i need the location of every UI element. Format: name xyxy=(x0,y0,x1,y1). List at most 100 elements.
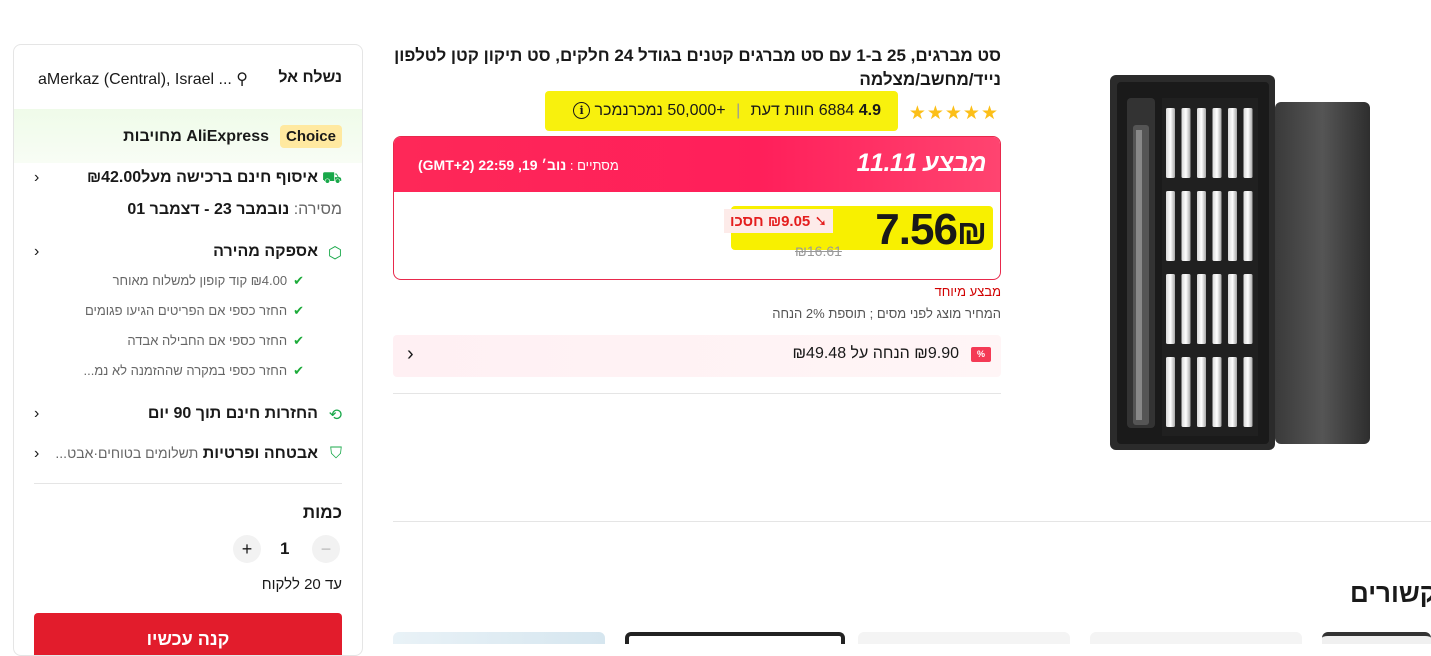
tax-note: המחיר מוצג לפני מסים ; תוספת 2% הנחה xyxy=(772,306,1001,321)
screwdriver-bit xyxy=(1212,191,1222,261)
divider xyxy=(393,521,1431,522)
screwdriver-bit xyxy=(1197,274,1206,344)
check-icon: ✔ xyxy=(293,333,304,348)
down-arrow-icon: ➘ xyxy=(814,213,828,230)
screwdriver-bit xyxy=(1197,357,1206,427)
free-shipping-text: איסוף חינם ברכישה מעל₪42.00 xyxy=(86,169,318,186)
related-thumb[interactable] xyxy=(625,632,845,644)
deal-box: מבצע 11.11 מסתיים : נוב׳ 19, 22:59 (GMT+… xyxy=(393,136,1001,280)
screwdriver-bit xyxy=(1243,191,1253,261)
free-returns-text: החזרות חינם תוך 90 יום xyxy=(147,405,318,422)
deal-ends-label: מסתיים : xyxy=(569,158,619,173)
choice-text: AliExpress מחויבות xyxy=(123,128,269,145)
coupon-text: ₪9.90 הנחה על ₪49.48 xyxy=(792,345,959,362)
screwdriver-bit xyxy=(1166,191,1175,261)
separator: | xyxy=(736,102,741,119)
rating-row[interactable]: ★★★★★ 4.9 6884 חוות דעת | +50,000 נמכרנמ… xyxy=(393,91,1001,131)
screwdriver-bit xyxy=(1197,108,1206,178)
deal-countdown: מסתיים : נוב׳ 19, 22:59 (GMT+2) xyxy=(418,157,619,173)
deal-banner: מבצע 11.11 מסתיים : נוב׳ 19, 22:59 (GMT+… xyxy=(394,137,1000,192)
quantity-increase-button[interactable]: + xyxy=(233,535,261,563)
info-icon[interactable]: i xyxy=(573,102,591,119)
screwdriver-bit xyxy=(1197,191,1206,261)
screwdriver-bit xyxy=(1181,108,1191,178)
truck-icon: ⛟ xyxy=(321,170,342,187)
quantity-value[interactable]: 1 xyxy=(280,539,289,559)
purchase-panel: נשלח אל aMerkaz (Central), Israel ... ⚲ … xyxy=(13,44,363,656)
delivery-label: מסירה: xyxy=(293,201,342,218)
security-text: אבטחה ופרטיות xyxy=(202,445,318,462)
screwdriver-bit xyxy=(1166,274,1175,344)
savings-badge: ➘ ₪9.05 חסכו xyxy=(724,209,834,233)
check-icon: ✔ xyxy=(293,363,304,378)
deal-name: מבצע 11.11 xyxy=(856,149,987,177)
shield-icon: ⛉ xyxy=(329,445,342,462)
ship-to-label: נשלח אל xyxy=(278,69,342,86)
screwdriver-bit xyxy=(1243,274,1253,344)
original-price: ₪16.61 xyxy=(795,243,842,259)
quantity-limit: עד 20 ללקוח xyxy=(261,576,342,593)
price-value: 7.56 xyxy=(875,205,958,254)
coupon-banner[interactable]: % ₪9.90 הנחה על ₪49.48 ‹ xyxy=(393,335,1001,377)
security-row[interactable]: ⛉ אבטחה ופרטיות תשלומים בטוחים·אבט... ‹ xyxy=(34,445,342,467)
screwdriver-bit xyxy=(1228,357,1237,427)
delivery-row: מסירה: נובמבר 23 - דצמבר 01 xyxy=(127,201,342,219)
chevron-left-icon[interactable]: ‹ xyxy=(34,405,39,423)
deal-ends-time: נוב׳ 19, 22:59 (GMT+2) xyxy=(418,157,567,173)
special-offer-label: מבצע מיוחד xyxy=(934,284,1001,299)
sold-count: +50,000 נמכרנמכר xyxy=(594,102,726,119)
guarantee-item: ✔החזר כספי במקרה שההזמנה לא נמ... xyxy=(83,363,305,378)
check-icon: ✔ xyxy=(293,303,304,318)
screwdriver-bit xyxy=(1243,357,1253,427)
related-thumb[interactable] xyxy=(1090,632,1302,644)
screwdriver-bit xyxy=(1166,357,1175,427)
buy-now-button[interactable]: קנה עכשיו xyxy=(34,613,342,655)
quantity-label: כמות xyxy=(302,503,342,522)
screwdriver-bit xyxy=(1228,191,1237,261)
guarantee-item: ✔החזר כספי אם החבילה אבדה xyxy=(127,333,304,348)
related-thumb[interactable] xyxy=(393,632,605,644)
screwdriver-bit xyxy=(1243,108,1253,178)
fast-delivery-row[interactable]: ⬡ אספקה מהירה ‹ xyxy=(34,243,342,265)
screwdriver-bit xyxy=(1212,108,1222,178)
screwdriver-bit xyxy=(1228,274,1237,344)
screwdriver-bit xyxy=(1212,357,1222,427)
location-pin-icon: ⚲ xyxy=(236,71,248,88)
box-icon: ⬡ xyxy=(328,245,342,262)
coupon-icon: % xyxy=(971,347,991,362)
screwdriver-bit xyxy=(1181,357,1191,427)
review-count[interactable]: 6884 חוות דעת xyxy=(751,102,855,119)
chevron-left-icon[interactable]: ‹ xyxy=(34,169,39,187)
savings-text: ₪9.05 חסכו xyxy=(730,213,811,230)
product-title: סט מברגים, 25 ב-1 עם סט מברגים קטנים בגו… xyxy=(394,46,1001,89)
screwdriver-bit xyxy=(1228,108,1237,178)
current-price: 7.56₪ xyxy=(875,205,987,255)
security-sub: תשלומים בטוחים·אבט... xyxy=(55,445,199,461)
screwdriver-bit xyxy=(1166,108,1175,178)
guarantee-item: ✔החזר כספי אם הפריטים הגיעו פגומים xyxy=(84,303,304,318)
divider xyxy=(34,483,342,484)
divider xyxy=(393,393,1001,394)
screwdriver-bit xyxy=(1212,274,1222,344)
fast-delivery-text: אספקה מהירה xyxy=(213,243,318,260)
delivery-dates: נובמבר 23 - דצמבר 01 xyxy=(127,201,290,218)
screwdriver-bit xyxy=(1181,274,1191,344)
product-image[interactable] xyxy=(1105,70,1375,458)
return-box-icon: ⟲ xyxy=(328,407,342,424)
free-returns-row[interactable]: ⟲ החזרות חינם תוך 90 יום ‹ xyxy=(34,405,342,427)
check-icon: ✔ xyxy=(293,273,304,288)
rating-stars: ★★★★★ xyxy=(908,103,999,124)
price-currency: ₪ xyxy=(956,214,987,252)
ship-to-row[interactable]: נשלח אל aMerkaz (Central), Israel ... ⚲ xyxy=(34,69,342,89)
chevron-left-icon[interactable]: ‹ xyxy=(34,445,39,463)
screwdriver-bit xyxy=(1181,191,1191,261)
related-thumb[interactable] xyxy=(1322,632,1431,644)
chevron-left-icon[interactable]: ‹ xyxy=(407,343,414,366)
free-shipping-row[interactable]: ⛟ איסוף חינם ברכישה מעל₪42.00 ‹ xyxy=(34,169,342,191)
guarantee-item: ✔₪4.00 קוד קופון למשלוח מאוחר xyxy=(112,273,304,288)
related-thumb[interactable] xyxy=(858,632,1070,644)
quantity-decrease-button[interactable]: − xyxy=(312,535,340,563)
ship-location: aMerkaz (Central), Israel ... xyxy=(38,71,232,88)
chevron-left-icon[interactable]: ‹ xyxy=(34,243,39,261)
rating-value: 4.9 xyxy=(858,102,881,119)
